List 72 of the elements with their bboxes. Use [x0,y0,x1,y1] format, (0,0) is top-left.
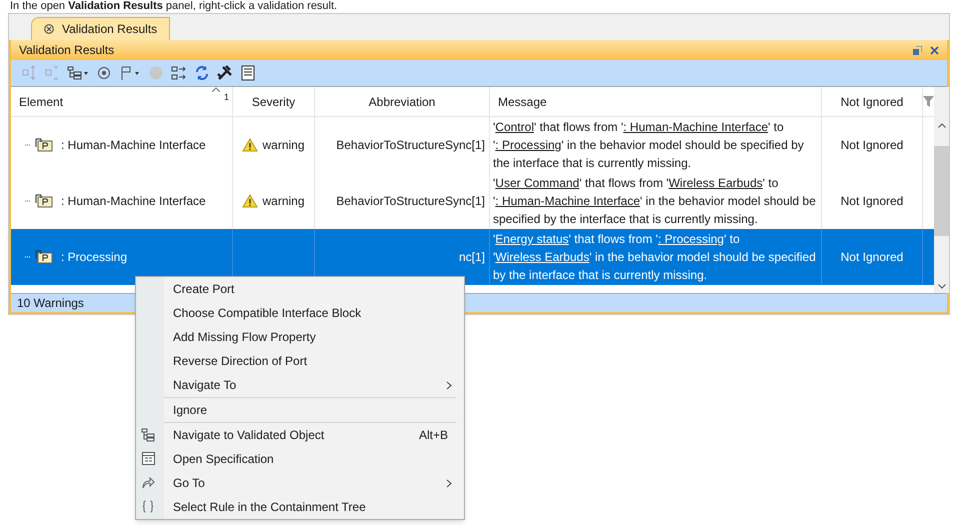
column-header[interactable]: Not Ignored [822,87,923,116]
warning-icon [242,194,258,208]
menu-item[interactable]: Navigate To [136,373,456,397]
element-link[interactable]: : Processing [658,232,724,246]
port-icon [35,194,53,208]
menu-item[interactable]: Reverse Direction of Port [136,349,456,373]
sort-order-mark: 1 [224,91,229,104]
tree-connector-line [25,200,31,202]
refresh-icon[interactable] [194,65,210,81]
scroll-down-icon[interactable] [938,284,946,289]
menu-item[interactable]: Add Missing Flow Property [136,325,456,349]
sort-ascending-icon [212,87,220,92]
ignored-status-cell-text: Not Ignored [840,193,904,210]
column-header[interactable]: Severity [233,87,315,116]
message-cell-text: 'User Command' that flows from 'Wireless Earbuds' to ': Human-Machine Interface' in the behavior model should be specified by the interface that is currently missing. [493,175,817,228]
message-cell-text: 'Control' that flows from ': Human-Machine Interface' to ': Processing' in the behavior model should be specified by the interface that is currently missing. [493,119,805,172]
element-link[interactable]: Wireless Earbuds [668,176,763,190]
column-header[interactable]: Message [490,87,822,116]
target-icon[interactable] [96,65,112,81]
element-cell-text: : Processing [61,249,128,266]
braces-icon [142,500,154,513]
document-icon [142,452,154,465]
menu-item[interactable]: Select Rule in the Containment Tree [136,495,456,519]
shortcut-text: Alt+B [418,427,448,444]
flag-icon[interactable] [119,65,141,81]
tree-icon[interactable] [67,65,89,81]
ignored-status-cell-text: Not Ignored [840,249,904,266]
close-icon[interactable] [44,24,54,34]
severity-cell-text: warning [262,137,305,154]
element-link[interactable]: User Command [495,176,580,190]
menu-item[interactable]: Navigate to Validated Object Alt+B [136,423,456,447]
column-header[interactable]: Element 1 [11,87,233,116]
result-row[interactable]: : Processing nc[1] 'Energy status' that flows from ': Processing' to 'Wireless Earbuds' in the behavior model should be specified by the interface that is currently missing. Not Ignored [11,229,934,285]
element-cell-text: : Human-Machine Interface [61,193,206,210]
warning-icon [242,138,258,152]
filter-icon[interactable] [923,96,934,107]
column-header[interactable]: Abbreviation [315,87,490,116]
tree-connector-line [25,256,31,258]
report-icon[interactable] [240,65,256,81]
element-link[interactable]: : Human-Machine Interface [623,120,768,134]
restore-icon[interactable] [913,46,922,54]
columns-icon[interactable] [171,65,187,81]
status-text: 10 Warnings [17,295,84,312]
abbreviation-cell-text: nc[1] [458,249,485,266]
element-cell-text: : Human-Machine Interface [61,137,206,154]
element-link[interactable]: Control [495,120,534,134]
scrollbar-thumb[interactable] [934,146,949,236]
port-icon [35,250,53,264]
menu-item[interactable]: Open Specification [136,447,456,471]
message-cell-text: 'Energy status' that flows from ': Processing' to 'Wireless Earbuds' in the behavior model should be specified by the interface that is currently missing. [493,231,817,284]
panel-tab[interactable]: Validation Results [31,17,170,40]
element-link[interactable]: Energy status [495,232,569,246]
curved-arrow-icon [141,476,155,489]
menu-item[interactable]: Go To [136,471,456,495]
abbreviation-cell-text: BehaviorToStructureSync[1] [336,193,485,210]
menu-item[interactable]: Choose Compatible Interface Block [136,301,456,325]
scroll-up-icon[interactable] [938,123,946,128]
port-icon [35,138,53,152]
ignored-status-cell-text: Not Ignored [840,137,904,154]
panel-title: Validation Results [19,42,114,59]
abbreviation-cell-text: BehaviorToStructureSync[1] [336,137,485,154]
menu-item[interactable]: Ignore [136,398,456,422]
element-link[interactable]: : Human-Machine Interface [495,194,640,208]
element-link[interactable]: : Processing [495,138,562,152]
instruction-text: In the open Validation Results panel, right-click a validation result. [10,0,338,13]
tree-connector-line [25,144,31,146]
tree-icon [141,428,155,442]
severity-cell-text: warning [262,193,305,210]
element-link[interactable]: Wireless Earbuds [495,250,590,264]
close-icon[interactable] [930,46,939,54]
vertical-scrollbar[interactable] [934,87,949,293]
tools-icon[interactable] [217,65,233,81]
